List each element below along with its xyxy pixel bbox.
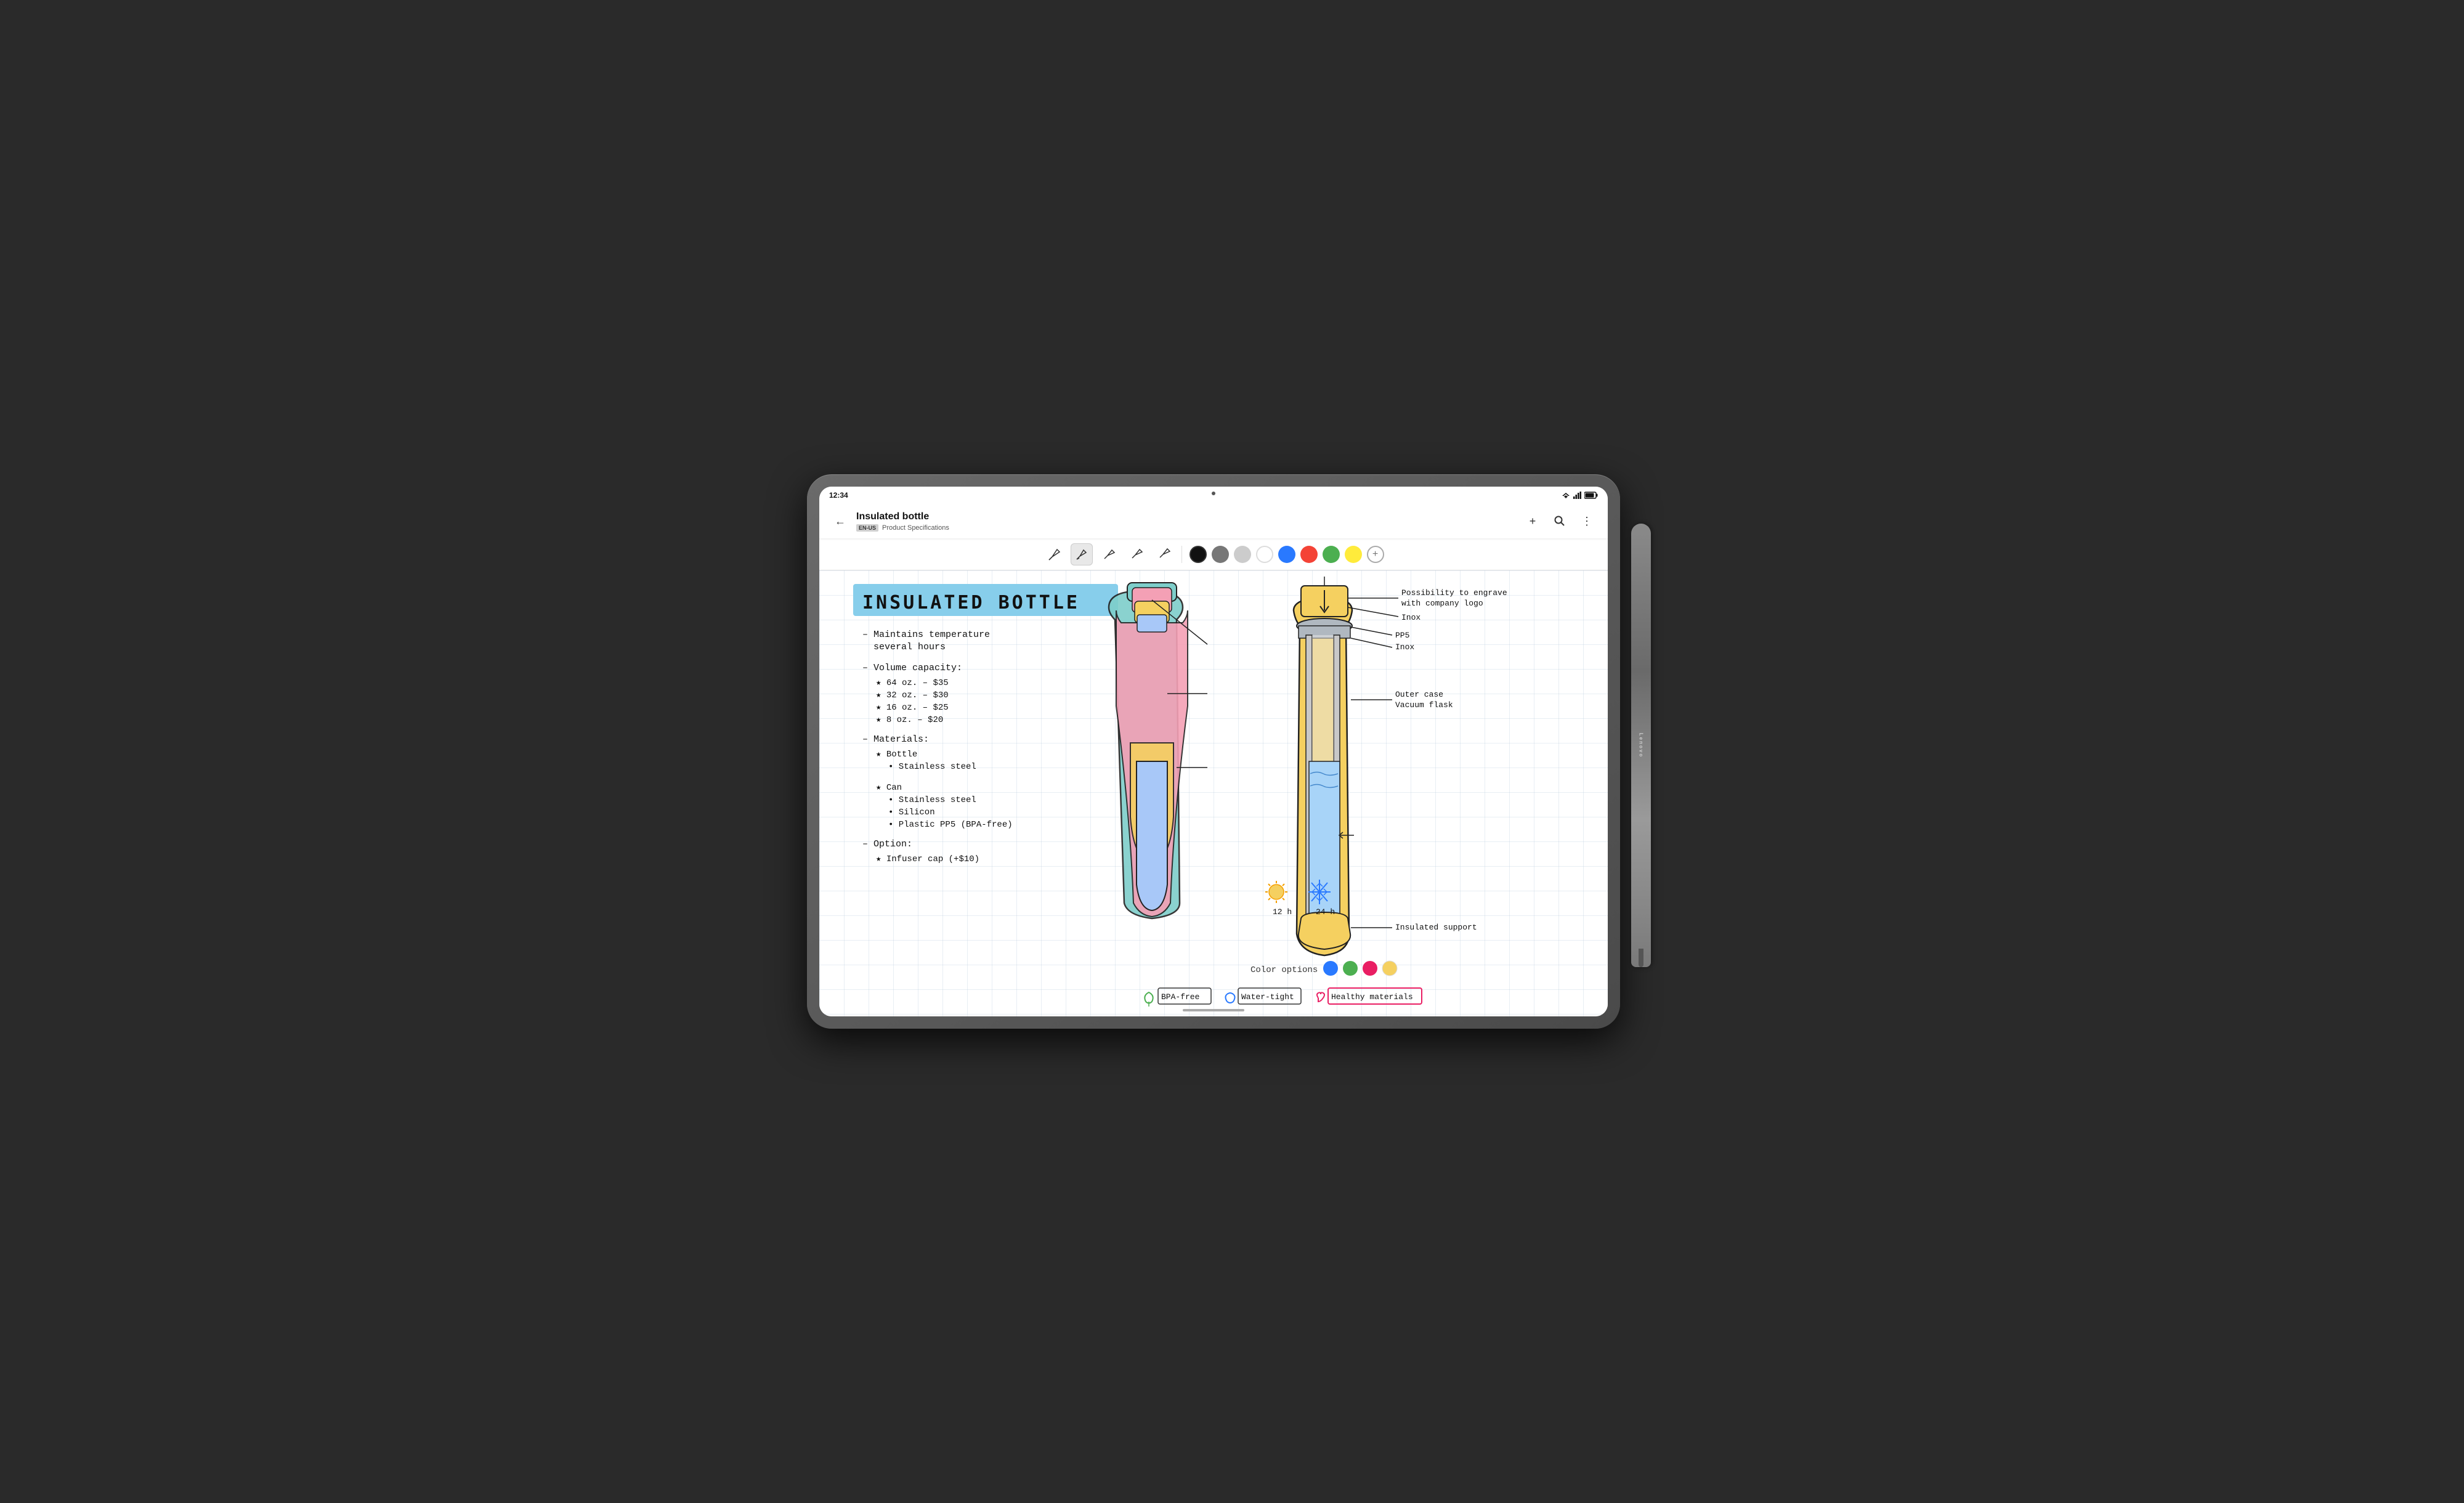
svg-text:• Stainless steel: • Stainless steel: [888, 795, 976, 805]
color-green[interactable]: [1323, 546, 1340, 563]
search-icon: [1554, 516, 1565, 527]
svg-text:Color options: Color options: [1250, 965, 1318, 975]
svg-text:– Volume capacity:: – Volume capacity:: [862, 663, 962, 673]
search-button[interactable]: [1549, 510, 1571, 532]
color-gray[interactable]: [1212, 546, 1229, 563]
svg-text:PP5: PP5: [1395, 631, 1409, 640]
svg-text:12 h: 12 h: [1273, 907, 1292, 917]
stylus: Lenovo: [1631, 524, 1651, 967]
app-bar-title-area: Insulated bottle EN-US Product Specifica…: [856, 511, 1522, 531]
svg-text:• Plastic PP5 (BPA-free): • Plastic PP5 (BPA-free): [888, 820, 1013, 830]
pen-tool-5[interactable]: [1152, 543, 1174, 565]
svg-text:• Silicon: • Silicon: [888, 808, 935, 817]
signal-icon: [1573, 492, 1582, 499]
app-bar-title: Insulated bottle: [856, 511, 1522, 522]
svg-text:BPA-free: BPA-free: [1161, 992, 1199, 1002]
note-svg: INSULATED BOTTLE – Maintains temperature…: [819, 570, 1608, 1016]
pen-tool-1[interactable]: [1044, 543, 1066, 565]
pen-tool-4[interactable]: [1125, 543, 1147, 565]
svg-text:with company logo: with company logo: [1401, 599, 1483, 608]
status-time: 12:34: [829, 491, 848, 500]
svg-text:★ 8 oz. – $20: ★ 8 oz. – $20: [876, 715, 943, 725]
color-light-gray[interactable]: [1234, 546, 1251, 563]
svg-text:several hours: several hours: [873, 642, 946, 652]
tablet-screen: 12:34: [819, 487, 1608, 1016]
status-icons: [1561, 492, 1598, 499]
svg-text:– Option:: – Option:: [862, 839, 912, 849]
color-white[interactable]: [1256, 546, 1273, 563]
color-yellow[interactable]: [1345, 546, 1362, 563]
wifi-icon: [1561, 492, 1571, 499]
color-black[interactable]: [1189, 546, 1207, 563]
color-blue[interactable]: [1278, 546, 1295, 563]
toolbar: +: [819, 538, 1608, 570]
pen-tool-3[interactable]: [1098, 543, 1120, 565]
svg-text:Vacuum flask: Vacuum flask: [1395, 700, 1453, 710]
svg-text:Possibility to engrave: Possibility to engrave: [1401, 588, 1507, 598]
color-red[interactable]: [1300, 546, 1318, 563]
svg-text:INSULATED BOTTLE: INSULATED BOTTLE: [862, 592, 1080, 614]
svg-text:Healthy materials: Healthy materials: [1331, 992, 1413, 1002]
subtitle-text: Product Specifications: [882, 524, 949, 532]
tablet-body: 12:34: [807, 474, 1620, 1029]
svg-text:★ Can: ★ Can: [876, 783, 902, 793]
app-bar-subtitle: EN-US Product Specifications: [856, 524, 1522, 532]
device-wrapper: 12:34: [807, 474, 1657, 1029]
svg-text:– Maintains temperature: – Maintains temperature: [862, 630, 990, 640]
svg-text:★ 16 oz. – $25: ★ 16 oz. – $25: [876, 703, 949, 713]
stylus-brand-label: Lenovo: [1639, 733, 1644, 758]
svg-text:– Materials:: – Materials:: [862, 734, 929, 745]
svg-text:★ Infuser cap (+$10): ★ Infuser cap (+$10): [876, 854, 979, 864]
svg-text:★ 32 oz. – $30: ★ 32 oz. – $30: [876, 691, 949, 700]
svg-text:• Stainless steel: • Stainless steel: [888, 762, 976, 772]
pen-tool-2[interactable]: [1071, 543, 1093, 565]
svg-text:★ Bottle: ★ Bottle: [876, 750, 917, 760]
battery-icon: [1584, 492, 1598, 499]
add-button[interactable]: +: [1522, 510, 1544, 532]
color-add-button[interactable]: +: [1367, 546, 1384, 563]
lang-badge: EN-US: [856, 524, 878, 532]
svg-text:Water-tight: Water-tight: [1241, 992, 1294, 1002]
status-bar: 12:34: [819, 487, 1608, 504]
svg-text:Insulated support: Insulated support: [1395, 923, 1477, 932]
camera-dot: [1212, 492, 1215, 495]
back-button[interactable]: ←: [829, 510, 851, 532]
canvas-area[interactable]: INSULATED BOTTLE – Maintains temperature…: [819, 570, 1608, 1016]
app-bar: ← Insulated bottle EN-US Product Specifi…: [819, 504, 1608, 538]
svg-text:Outer case: Outer case: [1395, 690, 1443, 699]
svg-text:★ 64 oz. – $35: ★ 64 oz. – $35: [876, 678, 949, 688]
app-bar-actions: + ⋮: [1522, 510, 1598, 532]
svg-text:Inox: Inox: [1395, 642, 1414, 652]
svg-text:Inox: Inox: [1401, 613, 1420, 622]
more-button[interactable]: ⋮: [1576, 510, 1598, 532]
home-indicator: [1183, 1009, 1244, 1011]
svg-text:24 h: 24 h: [1316, 907, 1335, 917]
